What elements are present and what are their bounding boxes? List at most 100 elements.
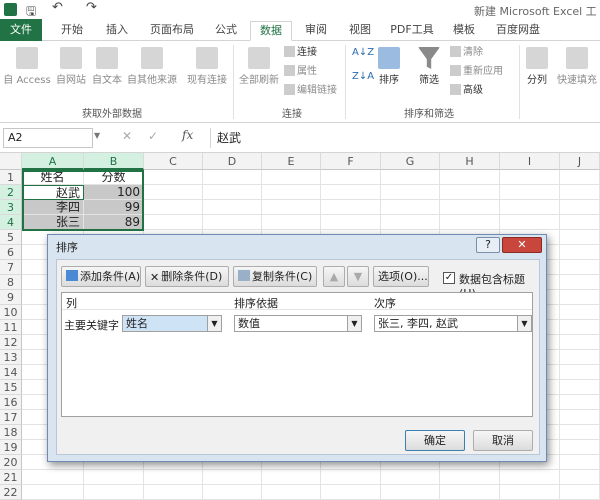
grid-cell[interactable] [440, 185, 500, 200]
grid-cell[interactable] [84, 470, 144, 485]
grid-cell[interactable] [560, 425, 600, 440]
header-checkbox[interactable]: ✓ [443, 272, 455, 284]
grid-cell[interactable] [144, 470, 203, 485]
row-header[interactable]: 22 [0, 485, 22, 500]
refresh-all-button[interactable]: 全部刷新 [236, 47, 282, 86]
column-header-d[interactable]: D [203, 153, 262, 170]
tab-home[interactable]: 开始 [52, 21, 92, 41]
cell-a4[interactable]: 张三 [22, 215, 84, 230]
select-all-corner[interactable] [0, 153, 22, 170]
existing-connections-button[interactable]: 现有连接 [184, 47, 230, 86]
cell-b4[interactable]: 89 [84, 215, 144, 230]
tab-formulas[interactable]: 公式 [206, 21, 246, 41]
grid-cell[interactable] [262, 485, 321, 500]
grid-cell[interactable] [203, 170, 262, 185]
column-header-j[interactable]: J [560, 153, 600, 170]
grid-cell[interactable] [381, 170, 440, 185]
grid-cell[interactable] [560, 335, 600, 350]
grid-cell[interactable] [560, 455, 600, 470]
grid-cell[interactable] [203, 470, 262, 485]
grid-cell[interactable] [22, 470, 84, 485]
grid-cell[interactable] [381, 200, 440, 215]
row-header[interactable]: 16 [0, 395, 22, 410]
column-header-e[interactable]: E [262, 153, 321, 170]
row-header[interactable]: 11 [0, 320, 22, 335]
grid-cell[interactable] [440, 170, 500, 185]
name-box[interactable]: A2 [3, 128, 93, 148]
row-header[interactable]: 10 [0, 305, 22, 320]
grid-cell[interactable] [321, 200, 381, 215]
move-up-button[interactable]: ▲ [323, 266, 345, 287]
edit-links-button[interactable]: 编辑链接 [284, 83, 337, 99]
cell-a2[interactable]: 赵武 [22, 185, 84, 200]
tab-pdf-tools[interactable]: PDF工具 [384, 21, 440, 41]
cancel-entry-icon[interactable]: ✕ [122, 129, 132, 143]
grid-cell[interactable] [144, 170, 203, 185]
reapply-filter-button[interactable]: 重新应用 [450, 64, 503, 80]
column-header-b[interactable]: B [84, 153, 144, 170]
tab-insert[interactable]: 插入 [96, 21, 138, 41]
row-header[interactable]: 2 [0, 185, 22, 200]
grid-cell[interactable] [560, 215, 600, 230]
grid-cell[interactable] [144, 185, 203, 200]
grid-cell[interactable] [144, 215, 203, 230]
grid-cell[interactable] [500, 200, 560, 215]
grid-cell[interactable] [560, 290, 600, 305]
grid-cell[interactable] [203, 215, 262, 230]
grid-cell[interactable] [560, 440, 600, 455]
grid-cell[interactable] [144, 200, 203, 215]
row-header[interactable]: 21 [0, 470, 22, 485]
tab-data[interactable]: 数据 [250, 21, 292, 41]
grid-cell[interactable] [560, 260, 600, 275]
row-header[interactable]: 9 [0, 290, 22, 305]
tab-review[interactable]: 审阅 [296, 21, 336, 41]
grid-cell[interactable] [440, 215, 500, 230]
close-icon[interactable]: ✕ [502, 237, 542, 253]
confirm-entry-icon[interactable]: ✓ [148, 129, 158, 143]
order-select[interactable]: 张三, 李四, 赵武 ▼ [374, 315, 532, 332]
grid-cell[interactable] [203, 200, 262, 215]
row-header[interactable]: 6 [0, 245, 22, 260]
tab-view[interactable]: 视图 [340, 21, 380, 41]
grid-cell[interactable] [560, 365, 600, 380]
grid-cell[interactable] [500, 485, 560, 500]
tab-page-layout[interactable]: 页面布局 [142, 21, 202, 41]
grid-cell[interactable] [560, 410, 600, 425]
grid-cell[interactable] [560, 320, 600, 335]
text-to-columns-button[interactable]: 分列 [522, 47, 552, 86]
grid-cell[interactable] [560, 185, 600, 200]
row-header[interactable]: 15 [0, 380, 22, 395]
grid-cell[interactable] [381, 485, 440, 500]
grid-cell[interactable] [22, 485, 84, 500]
sort-button[interactable]: 排序 [374, 47, 404, 86]
grid-cell[interactable] [381, 470, 440, 485]
column-header-h[interactable]: H [440, 153, 500, 170]
row-header[interactable]: 17 [0, 410, 22, 425]
tab-baidu-netdisk[interactable]: 百度网盘 [488, 21, 548, 41]
from-access-button[interactable]: 自 Access [2, 47, 52, 86]
grid-cell[interactable] [560, 170, 600, 185]
cell-b1[interactable]: 分数 [84, 170, 144, 185]
row-header[interactable]: 14 [0, 365, 22, 380]
sort-ascending-icon[interactable]: A↓Z [352, 47, 374, 58]
sort-descending-icon[interactable]: Z↓A [352, 71, 374, 82]
grid-cell[interactable] [321, 185, 381, 200]
row-header[interactable]: 12 [0, 335, 22, 350]
row-header[interactable]: 8 [0, 275, 22, 290]
grid-cell[interactable] [500, 215, 560, 230]
row-header[interactable]: 20 [0, 455, 22, 470]
cell-b2[interactable]: 100 [84, 185, 144, 200]
row-header[interactable]: 18 [0, 425, 22, 440]
tab-templates[interactable]: 模板 [444, 21, 484, 41]
grid-cell[interactable] [560, 350, 600, 365]
grid-cell[interactable] [560, 470, 600, 485]
properties-button[interactable]: 属性 [284, 64, 317, 80]
help-button[interactable]: ? [476, 237, 500, 253]
grid-cell[interactable] [560, 200, 600, 215]
column-header-f[interactable]: F [321, 153, 381, 170]
grid-cell[interactable] [262, 470, 321, 485]
row-header[interactable]: 5 [0, 230, 22, 245]
undo-icon[interactable]: ↶ [52, 0, 63, 15]
from-text-button[interactable]: 自文本 [90, 47, 124, 86]
add-level-button[interactable]: 添加条件(A) [61, 266, 141, 287]
